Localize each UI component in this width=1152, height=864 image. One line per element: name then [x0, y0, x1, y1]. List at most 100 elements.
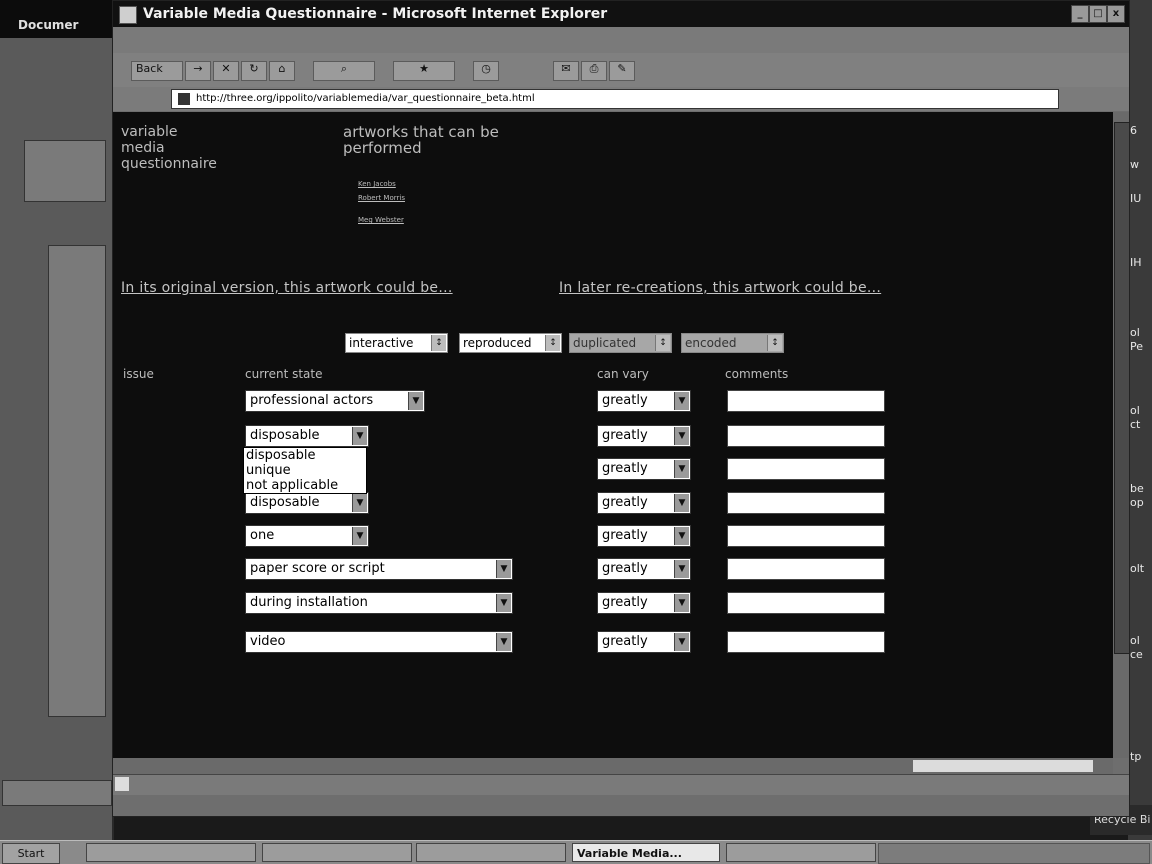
close-button[interactable]: x: [1107, 5, 1125, 23]
dropdown-option[interactable]: not applicable: [244, 478, 366, 493]
vertical-scrollbar[interactable]: [1113, 112, 1130, 758]
can-vary-select[interactable]: greatly ▼: [597, 592, 691, 614]
horizontal-scrollbar[interactable]: [113, 758, 1113, 774]
taskbar-button[interactable]: [416, 843, 566, 862]
system-tray[interactable]: [878, 843, 1150, 864]
taskbar-button[interactable]: [726, 843, 876, 862]
can-vary-select[interactable]: greatly ▼: [597, 492, 691, 514]
start-label: Start: [17, 847, 45, 860]
taskbar-quicklaunch[interactable]: [86, 843, 256, 862]
dropdown-arrow-icon: ▼: [674, 427, 689, 445]
dropdown-arrow-icon: ▼: [496, 633, 511, 651]
dropdown-arrow-icon: ▼: [674, 633, 689, 651]
dropdown-list[interactable]: disposable unique not applicable: [243, 447, 367, 494]
scroll-thumb[interactable]: [913, 760, 1093, 772]
desktop-label: IU: [1130, 192, 1142, 205]
desktop-label: ol: [1130, 326, 1140, 339]
comment-field[interactable]: [727, 390, 885, 412]
can-vary-select[interactable]: greatly ▼: [597, 425, 691, 447]
heading-line: performed: [343, 139, 422, 157]
can-vary-select[interactable]: greatly ▼: [597, 525, 691, 547]
select-value: paper score or script: [250, 561, 385, 576]
filter-reproduced[interactable]: reproduced ↕: [459, 333, 562, 353]
favorites-button[interactable]: ★: [393, 61, 455, 81]
address-input[interactable]: http://three.org/ippolito/variablemedia/…: [171, 89, 1059, 109]
current-state-select[interactable]: one ▼: [245, 525, 369, 547]
author-link[interactable]: Ken Jacobs: [358, 180, 396, 188]
select-value: greatly: [602, 528, 648, 543]
page-status-icon: [115, 777, 129, 791]
address-text: http://three.org/ippolito/variablemedia/…: [196, 93, 535, 104]
filter-duplicated[interactable]: duplicated ↕: [569, 333, 672, 353]
desktop-label: olt: [1130, 562, 1145, 575]
select-value: one: [250, 528, 275, 543]
scroll-thumb[interactable]: [1114, 122, 1130, 654]
sort-arrow-icon: ↕: [431, 335, 446, 351]
print-button[interactable]: ⎙: [581, 61, 607, 81]
select-value: greatly: [602, 561, 648, 576]
can-vary-select[interactable]: greatly ▼: [597, 458, 691, 480]
filter-encoded[interactable]: encoded ↕: [681, 333, 784, 353]
current-state-select[interactable]: professional actors ▼: [245, 390, 425, 412]
filter-label: reproduced: [463, 336, 532, 350]
mail-button[interactable]: ✉: [553, 61, 579, 81]
mail-icon: ✉: [561, 62, 571, 75]
home-button[interactable]: ⌂: [269, 61, 295, 81]
dropdown-arrow-icon: ▼: [674, 494, 689, 512]
select-value: greatly: [602, 428, 648, 443]
page-heading: artworks that can be performed: [343, 124, 499, 156]
forward-button[interactable]: →: [185, 61, 211, 81]
dropdown-arrow-icon: ▼: [674, 460, 689, 478]
filter-interactive[interactable]: interactive ↕: [345, 333, 448, 353]
history-button[interactable]: ◷: [473, 61, 499, 81]
select-value: video: [250, 634, 286, 649]
later-recreations-heading[interactable]: In later re-creations, this artwork coul…: [559, 280, 881, 296]
comment-field[interactable]: [727, 592, 885, 614]
start-button[interactable]: Start: [2, 843, 60, 864]
browser-title-bar[interactable]: Variable Media Questionnaire - Microsoft…: [113, 1, 1129, 27]
select-value: greatly: [602, 461, 648, 476]
dropdown-option[interactable]: unique: [244, 463, 366, 478]
comment-field[interactable]: [727, 525, 885, 547]
can-vary-select[interactable]: greatly ▼: [597, 558, 691, 580]
select-value: greatly: [602, 595, 648, 610]
taskbar-button[interactable]: [262, 843, 412, 862]
site-logo[interactable]: variable media questionnaire: [121, 124, 217, 172]
stop-button[interactable]: ✕: [213, 61, 239, 81]
comment-field[interactable]: [727, 492, 885, 514]
current-state-select[interactable]: video ▼: [245, 631, 513, 653]
search-button[interactable]: ⌕: [313, 61, 375, 81]
comment-field[interactable]: [727, 631, 885, 653]
desktop-label: Pe: [1130, 340, 1144, 353]
current-state-select[interactable]: during installation ▼: [245, 592, 513, 614]
original-version-heading[interactable]: In its original version, this artwork co…: [121, 280, 453, 296]
edit-button[interactable]: ✎: [609, 61, 635, 81]
refresh-icon: ↻: [249, 62, 259, 75]
search-icon: ⌕: [340, 62, 348, 75]
back-button[interactable]: Back: [131, 61, 183, 81]
comment-field[interactable]: [727, 458, 885, 480]
current-state-select[interactable]: disposable ▼: [245, 425, 369, 447]
dropdown-arrow-icon: ▼: [496, 560, 511, 578]
current-state-select[interactable]: disposable ▼: [245, 492, 369, 514]
desktop-label: IH: [1130, 256, 1142, 269]
can-vary-select[interactable]: greatly ▼: [597, 390, 691, 412]
desktop-label: 6: [1130, 124, 1137, 137]
minimize-button[interactable]: _: [1071, 5, 1089, 23]
dropdown-option[interactable]: disposable: [244, 448, 366, 463]
ie-icon: [119, 6, 137, 24]
maximize-button[interactable]: □: [1089, 5, 1107, 23]
background-window-title[interactable]: Documer: [0, 0, 112, 38]
menu-bar: [113, 27, 1129, 54]
author-link[interactable]: Robert Morris: [358, 194, 405, 202]
refresh-button[interactable]: ↻: [241, 61, 267, 81]
column-header-issue: issue: [123, 367, 154, 381]
comment-field[interactable]: [727, 425, 885, 447]
select-value: disposable: [250, 428, 320, 443]
taskbar-button-active[interactable]: Variable Media...: [572, 843, 720, 862]
comment-field[interactable]: [727, 558, 885, 580]
current-state-select[interactable]: paper score or script ▼: [245, 558, 513, 580]
active-task-label: Variable Media...: [577, 847, 682, 860]
can-vary-select[interactable]: greatly ▼: [597, 631, 691, 653]
author-link[interactable]: Meg Webster: [358, 216, 404, 224]
